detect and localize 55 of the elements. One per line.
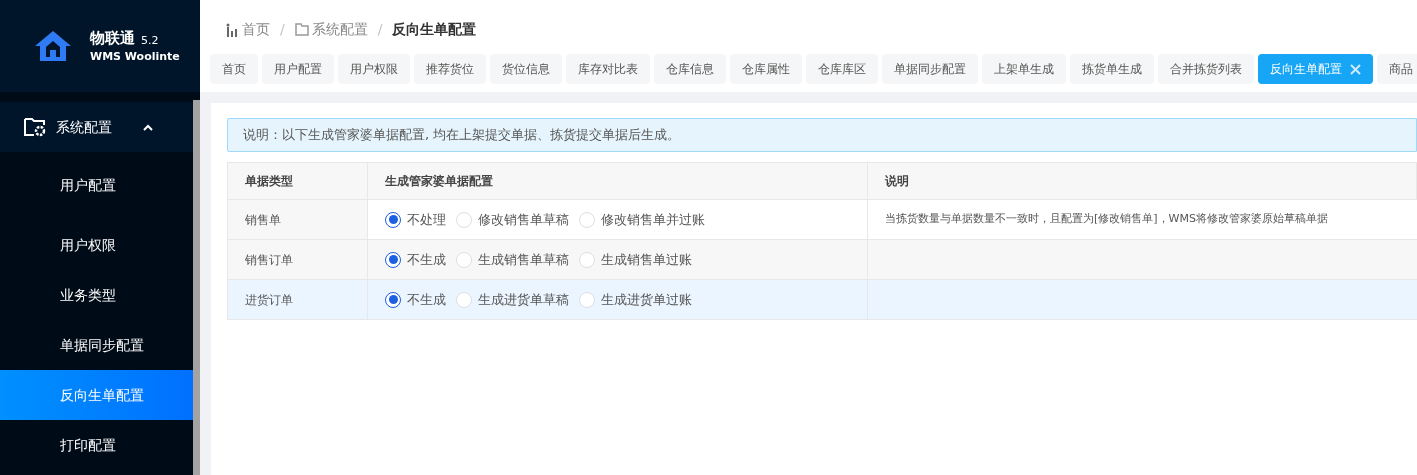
table-row[interactable]: 进货订单 不生成 生成进货单草稿 生成进货单过账 [228,280,1417,320]
radio-option[interactable]: 不生成 [385,289,446,310]
table-row[interactable]: 销售订单 不生成 生成销售单草稿 生成销售单过账 [228,240,1417,280]
breadcrumb-link[interactable]: 反向生单配置 [392,19,477,40]
sidebar-item[interactable]: 反向生单配置 [0,370,193,420]
notice-banner: 说明：以下生成管家婆单据配置, 均在上架提交单据、拣货提交单据后生成。 [227,118,1417,152]
scrollbar[interactable] [193,100,200,475]
app-name: 物联通 [90,27,135,49]
tab[interactable]: 推荐货位 [414,54,486,84]
column-header: 单据类型 [228,163,368,199]
tab[interactable]: 合并拣货列表 [1158,54,1254,84]
sidebar-item[interactable]: 打印配置 [0,420,193,470]
breadcrumb-link[interactable]: 系统配置 [294,19,368,40]
radio-option[interactable]: 修改销售单草稿 [456,209,569,230]
folder-icon [294,23,309,36]
tab[interactable]: 货位信息 [490,54,562,84]
app-subtitle: WMS Woolinte [90,49,180,65]
column-header: 说明 [868,163,1417,199]
close-icon[interactable] [1350,63,1361,75]
radio-option[interactable]: 不生成 [385,249,446,270]
sidebar-item[interactable]: 业务类型 [0,270,193,320]
table-cell: 进货订单 [228,280,368,319]
version-label: 5.2 [141,32,159,49]
tab[interactable]: 商品 [1377,54,1417,84]
tab[interactable]: 首页 [210,54,258,84]
tab[interactable]: 上架单生成 [982,54,1066,84]
sidebar-item[interactable]: 单据同步配置 [0,320,193,370]
tab[interactable]: 仓库属性 [730,54,802,84]
menu-group[interactable]: 系统配置 [0,102,193,152]
table-cell: 当拣货数量与单据数量不一致时，且配置为[修改销售单]，WMS将修改管家婆原始草稿单据 [885,211,1328,228]
sidebar-item[interactable]: 用户配置 [0,160,193,210]
tab[interactable]: 用户权限 [338,54,410,84]
table-row[interactable]: 销售单 不处理 修改销售单草稿 修改销售单并过账 当拣货数量与单据数量不一致时，且配置为[修改销售单]，WMS将修改管家婆原始草稿单据 [228,200,1417,240]
tab[interactable]: 仓库库区 [806,54,878,84]
breadcrumb-separator: / [280,20,285,39]
radio-option[interactable]: 生成销售单草稿 [456,249,569,270]
tab[interactable]: 单据同步配置 [882,54,978,84]
chevron-icon [143,123,153,131]
radio-option[interactable]: 生成进货单过账 [579,289,692,310]
house-logo-icon [34,30,72,62]
tab[interactable]: 仓库信息 [654,54,726,84]
breadcrumb-link[interactable]: 首页 [226,19,270,40]
folder-gear-icon [24,117,46,137]
breadcrumb-separator: / [377,20,383,39]
tab[interactable]: 库存对比表 [566,54,650,84]
radio-option[interactable]: 生成销售单过账 [579,249,692,270]
tab[interactable]: 拣货单生成 [1070,54,1154,84]
sidebar-item[interactable]: 用户权限 [0,220,193,270]
radio-option[interactable]: 不处理 [385,209,446,230]
bar-chart-icon [226,22,239,37]
radio-option[interactable]: 修改销售单并过账 [579,209,705,230]
radio-option[interactable]: 生成进货单草稿 [456,289,569,310]
tab[interactable]: 用户配置 [262,54,334,84]
table-cell: 销售单 [228,200,368,239]
column-header: 生成管家婆单据配置 [368,163,868,199]
